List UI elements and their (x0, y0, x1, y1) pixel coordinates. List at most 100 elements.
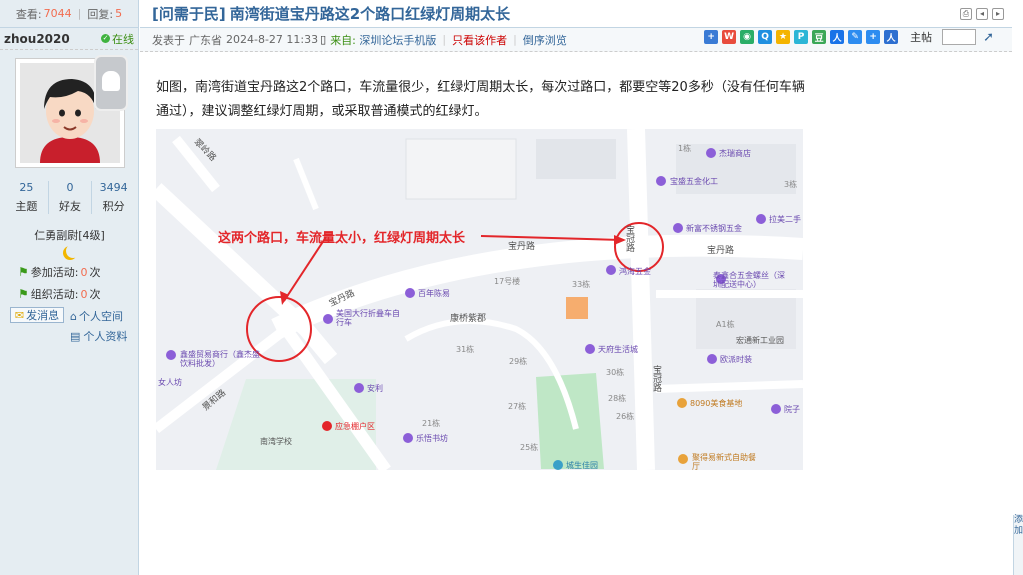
stats-divider: | (77, 7, 82, 20)
organized-activities: ⚑ 组织活动: 0 次 (18, 286, 100, 302)
points-stat[interactable]: 3494 积分 (92, 181, 135, 214)
mobile-icon: ▯ (320, 33, 327, 46)
map-poi: 新富不锈钢五金 (686, 224, 742, 233)
map-poi: 31栋 (456, 345, 475, 354)
share-renren-icon[interactable]: 人 (830, 30, 845, 44)
joined-activities-unit: 次 (89, 266, 101, 279)
send-message-button[interactable]: ✉ 发消息 (10, 307, 64, 323)
map-poi: 宏通新工业园 (736, 336, 784, 345)
map-poi: 宝盛五金化工 (670, 177, 718, 186)
map-poi: 鑫盛贸易商行（鑫杰盛饮料批发） (180, 350, 260, 368)
profile-icon: ▤ (70, 329, 81, 343)
joined-activities-value: 0 (80, 265, 88, 279)
share-add-icon[interactable]: + (866, 30, 881, 44)
map-poi: 21栋 (422, 419, 441, 428)
author-username[interactable]: zhou2020 (4, 32, 70, 46)
map-screenshot[interactable]: 这两个路口，车流量太小，红绿灯周期太长 宝丹路 宝丹路 宝丹路 宝冠路 宝冠路 … (156, 129, 803, 470)
meta-divider: | (513, 33, 517, 46)
map-poi: 天府生活城 (598, 345, 638, 354)
map-poi: 8090美食基地 (690, 399, 743, 408)
only-author-link[interactable]: 只看该作者 (452, 32, 507, 48)
share-person-icon[interactable]: 人 (884, 30, 899, 44)
map-poi: 美国大行折叠车自行车 (336, 309, 400, 327)
map-annotation: 这两个路口，车流量太小，红绿灯周期太长 (218, 231, 466, 246)
map-poi: 1栋 (678, 144, 692, 153)
map-road-label: 宝丹路 (707, 246, 735, 256)
post-body: 如图，南湾街道宝丹路这2个路口，车流量很少，红绿灯周期太长，每次过路口，都要空等… (156, 80, 805, 119)
reverse-order-link[interactable]: 倒序浏览 (523, 32, 567, 48)
share-edit-icon[interactable]: ✎ (848, 30, 863, 44)
friends-value: 0 (66, 181, 74, 194)
views-count: 7044 (43, 7, 72, 20)
map-poi: 30栋 (606, 368, 625, 377)
online-status: ✓ 在线 (101, 31, 134, 47)
share-qq-icon[interactable]: Q (758, 30, 773, 44)
joined-activities-label: 参加活动: (30, 266, 79, 279)
points-value: 3494 (99, 181, 128, 194)
friends-stat[interactable]: 0 好友 (49, 181, 93, 214)
online-icon: ✓ (101, 34, 110, 43)
map-poi: 33栋 (572, 280, 591, 289)
topics-value: 25 (19, 181, 34, 194)
author-sidebar: 查看: 7044 | 回复: 5 zhou2020 ✓ 在线 25 主题 0 好… (0, 0, 139, 575)
organized-activities-value: 0 (80, 287, 88, 301)
post-title-bar: [问需于民] 南湾街道宝丹路这2个路口红绿灯周期太长 ⎙ ◂ ▸ (140, 0, 1012, 28)
map-poi: 院子 (784, 405, 800, 414)
share-bar: + W ◉ Q ★ P 豆 人 ✎ + 人 主帖 ➚ (704, 29, 994, 45)
print-icon[interactable]: ⎙ (960, 8, 972, 20)
go-arrow-icon[interactable]: ➚ (983, 30, 994, 45)
post-location: 广东省 (189, 33, 222, 47)
map-poi: 南湾学校 (260, 437, 292, 446)
points-label: 积分 (102, 200, 125, 213)
moon-rank-icon (66, 244, 80, 258)
map-poi: 康桥紫郡 (450, 314, 487, 324)
side-float-tab[interactable]: 添加 (1013, 515, 1023, 575)
home-icon: ⌂ (70, 309, 77, 323)
post-main: [问需于民] 南湾街道宝丹路这2个路口红绿灯周期太长 ⎙ ◂ ▸ 发表于 广东省… (140, 0, 1012, 575)
next-thread-icon[interactable]: ▸ (992, 8, 1004, 20)
share-wechat-icon[interactable]: ◉ (740, 30, 755, 44)
map-poi: 泰鑫合五金螺丝（深圳配送中心） (713, 271, 785, 289)
personal-space-label: 个人空间 (78, 310, 123, 323)
map-poi: 城生佳园 (566, 461, 598, 470)
map-poi: 杰瑞商店 (719, 149, 751, 158)
joined-activities: ⚑ 参加活动: 0 次 (18, 264, 100, 280)
map-poi: 17号楼 (494, 277, 521, 286)
send-message-label: 发消息 (26, 309, 60, 322)
from-prefix: 来自: (330, 33, 356, 47)
post-title: 南湾街道宝丹路这2个路口红绿灯周期太长 (229, 5, 511, 23)
map-road-label: 宝冠路 (624, 225, 634, 252)
topics-label: 主题 (15, 200, 38, 213)
friends-label: 好友 (59, 200, 81, 213)
map-poi: 3栋 (784, 180, 798, 189)
prev-thread-icon[interactable]: ◂ (976, 8, 988, 20)
runner-icon: ⚑ (18, 287, 29, 301)
organized-activities-unit: 次 (89, 288, 101, 301)
author-rank: 仁勇副尉[4级] (34, 229, 105, 242)
personal-profile-link[interactable]: ▤ 个人资料 (70, 328, 127, 344)
share-qzone-icon[interactable]: ★ (776, 30, 791, 44)
share-plus-icon[interactable]: + (704, 30, 719, 44)
from-source[interactable]: 深圳论坛手机版 (359, 34, 436, 47)
map-poi: 26栋 (616, 412, 635, 421)
post-source: 来自: 深圳论坛手机版 (330, 32, 436, 48)
author-stats: 25 主题 0 好友 3494 积分 (5, 181, 135, 214)
share-douban-icon[interactable]: 豆 (812, 30, 827, 44)
meta-divider: | (442, 33, 447, 46)
personal-space-link[interactable]: ⌂ 个人空间 (70, 308, 123, 324)
map-poi: 27栋 (508, 402, 527, 411)
map-poi: 百年陈易 (418, 289, 450, 298)
post-category[interactable]: [问需于民] (152, 3, 226, 24)
map-poi: 乐悟书坊 (416, 434, 448, 443)
map-poi: 拉美二手 (769, 215, 801, 224)
floor-jump-input[interactable] (942, 29, 977, 45)
replies-count: 5 (115, 7, 123, 20)
avatar[interactable] (15, 55, 128, 168)
views-label: 查看: (15, 7, 42, 21)
share-tieba-icon[interactable]: P (794, 30, 809, 44)
topics-stat[interactable]: 25 主题 (5, 181, 49, 214)
share-weibo-icon[interactable]: W (722, 30, 737, 44)
replies-label: 回复: (87, 7, 114, 21)
map-poi: 29栋 (509, 357, 528, 366)
post-datetime: 2024-8-27 11:33 (226, 33, 319, 46)
